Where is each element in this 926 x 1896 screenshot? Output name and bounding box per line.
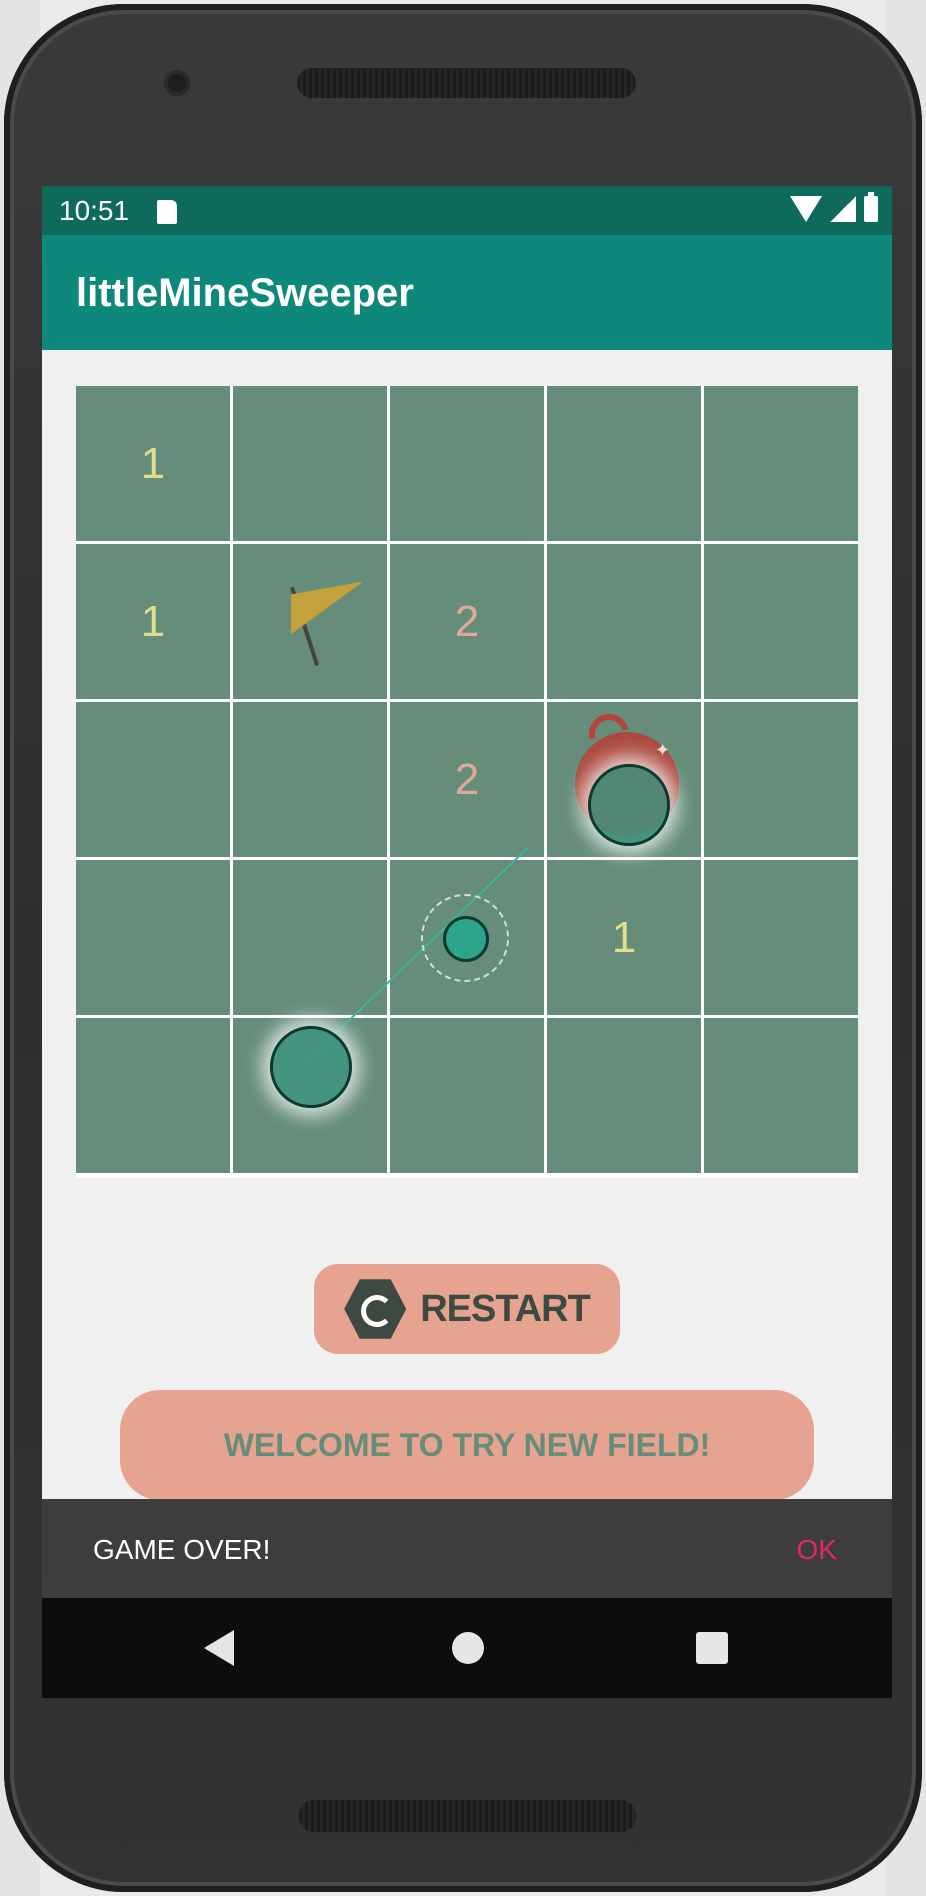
phone-frame: 10:51 littleMineSweeper 1 1 2 2 ✦ 1 RESTART W… — [4, 4, 922, 1892]
mine-cell-r1-c1[interactable]: 1 — [76, 386, 230, 541]
mine-cell-r4-c5[interactable] — [704, 860, 858, 1015]
app-title: littleMineSweeper — [76, 271, 414, 315]
flag-icon — [291, 581, 363, 635]
mine-cell-r5-c3[interactable] — [390, 1018, 544, 1173]
cell-number: 1 — [611, 912, 637, 962]
mine-cell-r4-c4[interactable]: 1 — [547, 860, 701, 1015]
cell-number: 1 — [140, 596, 166, 646]
bottom-speaker — [299, 1800, 636, 1832]
snackbar-message: GAME OVER! — [93, 1534, 271, 1565]
home-icon[interactable] — [452, 1632, 484, 1664]
mine-cell-r3-c1[interactable] — [76, 702, 230, 857]
app-bar: littleMineSweeper — [42, 235, 892, 350]
snackbar-ok-button[interactable]: OK — [797, 1534, 837, 1566]
restart-label: RESTART — [420, 1287, 591, 1330]
battery-icon — [864, 192, 878, 222]
signal-icon — [830, 196, 856, 222]
touch-mid-dot — [443, 916, 489, 962]
restart-button[interactable]: RESTART — [314, 1264, 620, 1354]
mine-cell-r2-c1[interactable]: 1 — [76, 544, 230, 699]
snackbar: GAME OVER! OK — [42, 1499, 892, 1598]
mine-cell-r1-c4[interactable] — [547, 386, 701, 541]
cell-number: 2 — [454, 596, 480, 646]
mine-cell-r3-c2[interactable] — [233, 702, 387, 857]
mine-cell-r3-c5[interactable] — [704, 702, 858, 857]
back-icon[interactable] — [204, 1630, 234, 1666]
front-camera — [164, 70, 190, 96]
welcome-banner[interactable]: WELCOME TO TRY NEW FIELD! — [120, 1390, 814, 1500]
mine-cell-r2-c4[interactable] — [547, 544, 701, 699]
top-speaker — [297, 68, 636, 98]
status-icons — [790, 192, 878, 222]
mine-cell-r2-c3[interactable]: 2 — [390, 544, 544, 699]
mine-cell-r2-c5[interactable] — [704, 544, 858, 699]
navigation-bar — [42, 1598, 892, 1698]
mine-cell-r4-c1[interactable] — [76, 860, 230, 1015]
wifi-icon — [790, 196, 822, 222]
mine-cell-r1-c5[interactable] — [704, 386, 858, 541]
minefield-board: 1 1 2 2 ✦ 1 — [76, 386, 858, 1178]
welcome-text: WELCOME TO TRY NEW FIELD! — [223, 1426, 711, 1463]
status-bar: 10:51 — [42, 186, 892, 235]
mine-cell-r1-c3[interactable] — [390, 386, 544, 541]
touch-end-indicator — [588, 764, 670, 846]
mine-cell-r2-c2[interactable] — [233, 544, 387, 699]
touch-start-indicator — [270, 1026, 352, 1108]
device-screen: 10:51 littleMineSweeper 1 1 2 2 ✦ 1 RESTART W… — [42, 186, 892, 1698]
mine-cell-r1-c2[interactable] — [233, 386, 387, 541]
mine-cell-r4-c2[interactable] — [233, 860, 387, 1015]
recent-apps-icon[interactable] — [696, 1632, 728, 1664]
restart-hex-icon — [344, 1279, 407, 1339]
mine-cell-r5-c1[interactable] — [76, 1018, 230, 1173]
mine-cell-r5-c5[interactable] — [704, 1018, 858, 1173]
cell-number: 1 — [140, 438, 166, 488]
cell-number: 2 — [454, 754, 480, 804]
sd-card-icon — [157, 200, 177, 224]
mine-cell-r3-c3[interactable]: 2 — [390, 702, 544, 857]
status-time: 10:51 — [59, 195, 130, 226]
spark-icon: ✦ — [655, 740, 671, 760]
mine-cell-r5-c4[interactable] — [547, 1018, 701, 1173]
